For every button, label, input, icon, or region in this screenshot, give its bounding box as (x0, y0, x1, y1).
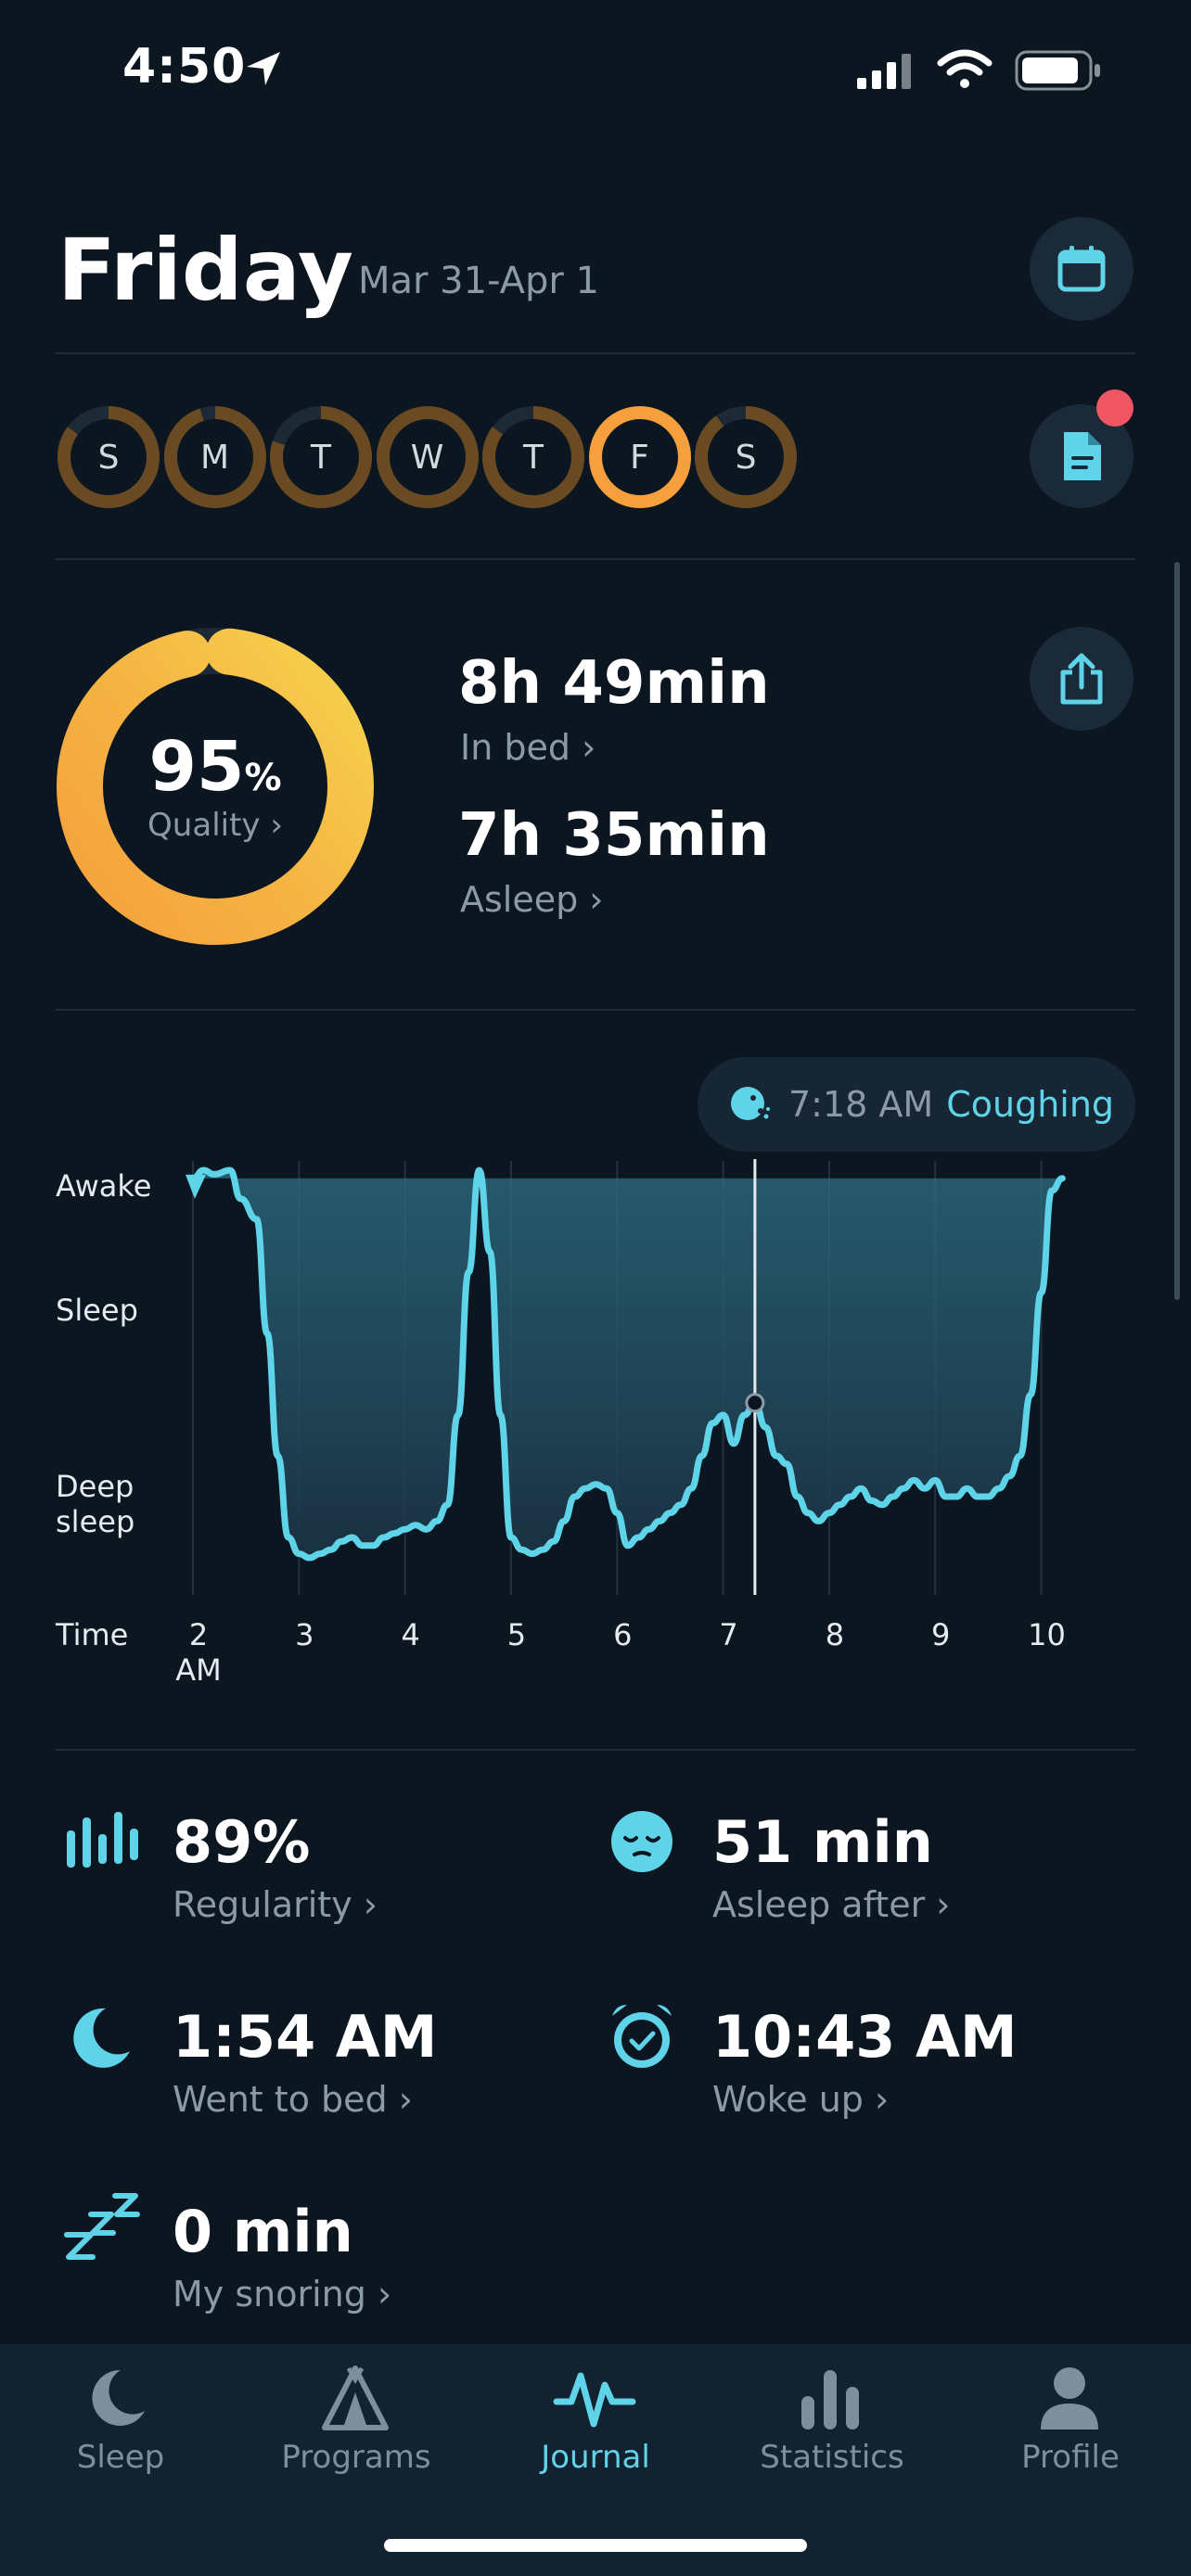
event-marker-dot (745, 1393, 765, 1413)
day-letter: F (630, 438, 649, 477)
divider (56, 352, 1135, 354)
day-letter: W (410, 438, 444, 477)
x-tick-label: 3 (295, 1617, 314, 1652)
alarm-clock-icon (612, 2005, 672, 2068)
day-ring-0[interactable]: S (56, 404, 161, 510)
day-ring-4[interactable]: T (480, 404, 586, 510)
x-tick-label: 4 (401, 1617, 420, 1652)
tab-label-journal: Journal (541, 2439, 650, 2476)
home-indicator (384, 2539, 807, 2552)
cough-icon (731, 1087, 770, 1120)
day-letter: T (523, 438, 544, 477)
day-ring-6[interactable]: S (693, 404, 799, 510)
share-icon (1060, 653, 1103, 705)
tab-label-statistics: Statistics (760, 2439, 904, 2476)
event-pill[interactable]: 7:18 AM Coughing (698, 1057, 1135, 1152)
divider (56, 1009, 1135, 1011)
divider (56, 558, 1135, 560)
x-tick-label: 9 (931, 1617, 951, 1652)
quality-link[interactable]: Quality › (56, 807, 375, 844)
bedtime-value: 1:54 AM (173, 2003, 438, 2071)
scrollbar[interactable] (1174, 562, 1180, 1300)
sleep-area (193, 1170, 1063, 1558)
day-letter: S (735, 438, 757, 477)
quality-value: 95% (148, 727, 282, 807)
bar-chart-icon (801, 2370, 859, 2429)
tab-label-sleep: Sleep (76, 2439, 165, 2476)
x-axis-label: Time (56, 1617, 129, 1652)
moon-tab-icon (92, 2369, 145, 2426)
in-bed-value: 8h 49min (458, 649, 770, 718)
regularity-value: 89% (173, 1808, 311, 1876)
x-tick-label: 5 (506, 1617, 527, 1652)
day-letter: M (199, 438, 230, 477)
pulse-icon (553, 2372, 636, 2428)
day-ring-3[interactable]: W (375, 404, 480, 510)
regularity-icon (67, 1812, 138, 1868)
person-icon (1041, 2367, 1098, 2429)
moon-icon (73, 2008, 130, 2068)
snoring-value: 0 min (173, 2198, 353, 2265)
divider (56, 1749, 1135, 1751)
x-tick-label: 7 (719, 1617, 738, 1652)
tab-label-programs: Programs (281, 2439, 431, 2476)
wifi-icon (937, 49, 992, 88)
tab-label-profile: Profile (1021, 2439, 1120, 2476)
event-name: Coughing (946, 1084, 1115, 1125)
regularity-link[interactable]: Regularity › (173, 1884, 378, 1925)
asleep-after-value: 51 min (712, 1808, 933, 1876)
in-bed-link[interactable]: In bed › (460, 727, 596, 768)
x-tick-label: 8 (825, 1617, 845, 1652)
page-title: Friday (58, 221, 353, 320)
location-arrow-icon (247, 52, 280, 85)
asleep-after-link[interactable]: Asleep after › (712, 1884, 950, 1925)
date-range: Mar 31-Apr 1 (358, 260, 599, 302)
snoring-icon (64, 2193, 140, 2260)
day-ring-1[interactable]: M (162, 404, 268, 510)
x-tick-label: 10 (1028, 1617, 1066, 1652)
woke-up-link[interactable]: Woke up › (712, 2079, 889, 2120)
tent-icon (322, 2366, 389, 2430)
start-marker (186, 1174, 206, 1199)
calendar-button[interactable] (1030, 217, 1133, 321)
notification-badge (1096, 389, 1133, 427)
y-label-awake: Awake (56, 1168, 152, 1204)
sleepy-face-icon (611, 1811, 672, 1872)
calendar-icon (1057, 246, 1106, 292)
status-time: 4:50 (122, 39, 247, 95)
document-icon (1064, 432, 1101, 480)
x-tick-label: 6 (613, 1617, 633, 1652)
day-letter: T (311, 438, 331, 477)
sleep-cycle-chart[interactable] (186, 1150, 1141, 1604)
day-letter: S (97, 438, 120, 477)
share-button[interactable] (1030, 627, 1133, 731)
bedtime-link[interactable]: Went to bed › (173, 2079, 413, 2120)
signal-icon (857, 54, 911, 89)
event-time: 7:18 AM (788, 1084, 934, 1125)
woke-up-value: 10:43 AM (712, 2003, 1018, 2071)
asleep-value: 7h 35min (458, 801, 770, 870)
y-label-sleep: Sleep (56, 1293, 138, 1328)
y-label-deep-sleep: Deep sleep (56, 1469, 135, 1539)
battery-icon (1015, 50, 1100, 91)
x-tick-label: 2 AM (175, 1617, 222, 1688)
day-ring-5[interactable]: F (587, 404, 693, 510)
snoring-link[interactable]: My snoring › (173, 2274, 391, 2315)
day-ring-2[interactable]: T (268, 404, 374, 510)
asleep-link[interactable]: Asleep › (460, 879, 604, 920)
